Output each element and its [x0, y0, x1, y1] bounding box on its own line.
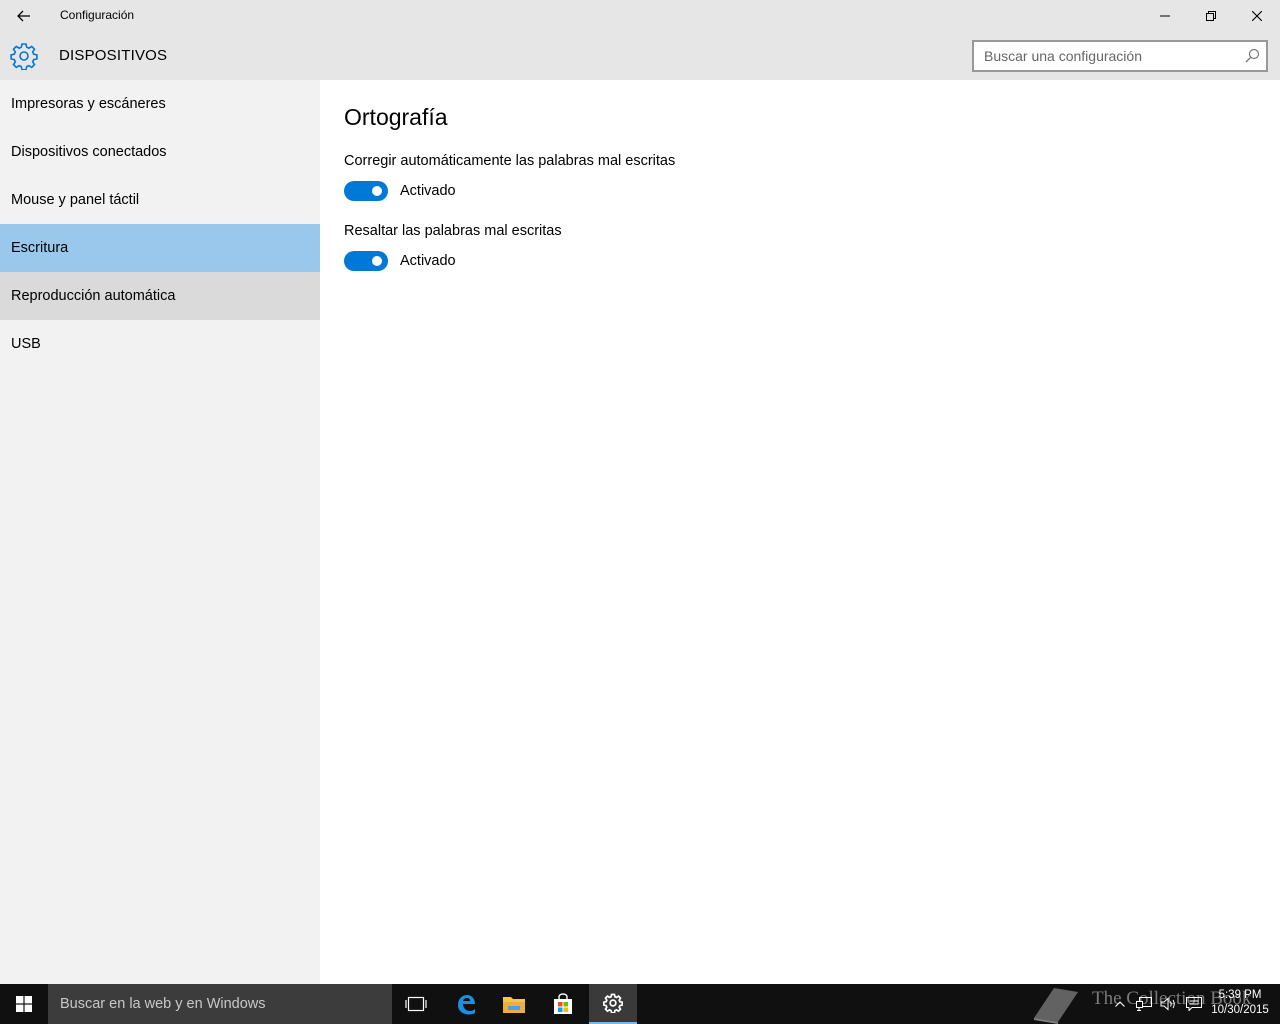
clock-time: 5:39 PM — [1218, 989, 1262, 1001]
windows-logo-icon — [16, 996, 32, 1012]
sidebar-item-label: Impresoras y escáneres — [11, 96, 166, 112]
notification-icon — [1186, 997, 1202, 1011]
close-button[interactable] — [1234, 0, 1280, 32]
gear-icon — [10, 43, 38, 70]
highlight-label: Resaltar las palabras mal escritas — [344, 223, 562, 239]
main-content: Ortografía Corregir automáticamente las … — [320, 80, 1280, 984]
settings-search[interactable] — [972, 40, 1268, 72]
sidebar-item-connected-devices[interactable]: Dispositivos conectados — [0, 128, 320, 176]
toggle-knob — [372, 256, 382, 266]
volume-icon — [1160, 997, 1175, 1011]
taskbar: Buscar en la web y en Windows The Collec… — [0, 984, 1280, 1024]
close-icon — [1252, 11, 1262, 21]
file-explorer-icon — [503, 997, 525, 1013]
back-arrow-icon — [17, 10, 30, 22]
edge-button[interactable] — [442, 984, 490, 1024]
back-button[interactable] — [0, 0, 48, 32]
sidebar-item-typing[interactable]: Escritura — [0, 224, 320, 272]
search-icon[interactable] — [1244, 48, 1260, 64]
highlight-state: Activado — [400, 253, 456, 269]
chevron-up-icon — [1115, 1001, 1125, 1007]
show-hidden-icons-button[interactable] — [1110, 984, 1130, 1024]
page-title: Ortografía — [344, 104, 448, 130]
file-explorer-button[interactable] — [490, 984, 538, 1024]
taskbar-search-placeholder: Buscar en la web y en Windows — [60, 996, 266, 1012]
sidebar-item-printers[interactable]: Impresoras y escáneres — [0, 80, 320, 128]
store-icon — [554, 993, 572, 1014]
task-view-icon — [405, 996, 427, 1012]
task-view-button[interactable] — [392, 984, 440, 1024]
settings-app-button[interactable] — [589, 984, 637, 1024]
action-center-button[interactable] — [1182, 984, 1206, 1024]
sidebar-item-label: USB — [11, 336, 41, 352]
autocorrect-state: Activado — [400, 183, 456, 199]
minimize-button[interactable] — [1142, 0, 1188, 32]
restore-icon — [1206, 11, 1216, 21]
sidebar-item-mouse-touchpad[interactable]: Mouse y panel táctil — [0, 176, 320, 224]
window-title: Configuración — [60, 8, 135, 22]
restore-button[interactable] — [1188, 0, 1234, 32]
sidebar-item-label: Reproducción automática — [11, 288, 176, 304]
sidebar-item-usb[interactable]: USB — [0, 320, 320, 368]
taskbar-search[interactable]: Buscar en la web y en Windows — [48, 984, 392, 1024]
sidebar: Impresoras y escáneres Dispositivos cone… — [0, 80, 320, 984]
settings-header: DISPOSITIVOS — [0, 32, 1280, 80]
toggle-knob — [372, 186, 382, 196]
search-input[interactable] — [974, 42, 1236, 70]
volume-button[interactable] — [1157, 984, 1181, 1024]
sidebar-item-label: Dispositivos conectados — [11, 144, 167, 160]
sidebar-item-label: Escritura — [11, 240, 69, 256]
book-logo-icon — [1034, 988, 1078, 1024]
autocorrect-toggle[interactable] — [344, 181, 388, 201]
edge-icon — [458, 995, 475, 1015]
section-title: DISPOSITIVOS — [59, 47, 168, 64]
store-button[interactable] — [539, 984, 587, 1024]
sidebar-item-label: Mouse y panel táctil — [11, 192, 140, 208]
start-button[interactable] — [0, 984, 48, 1024]
settings-icon — [603, 993, 623, 1013]
network-button[interactable] — [1132, 984, 1156, 1024]
sidebar-item-autoplay[interactable]: Reproducción automática — [0, 272, 320, 320]
network-icon — [1136, 997, 1152, 1011]
title-bar: Configuración — [0, 0, 1280, 32]
clock[interactable]: 5:39 PM 10/30/2015 — [1206, 988, 1274, 1018]
minimize-icon — [1160, 15, 1170, 17]
autocorrect-label: Corregir automáticamente las palabras ma… — [344, 153, 676, 169]
highlight-toggle[interactable] — [344, 251, 388, 271]
clock-date: 10/30/2015 — [1211, 1004, 1269, 1016]
